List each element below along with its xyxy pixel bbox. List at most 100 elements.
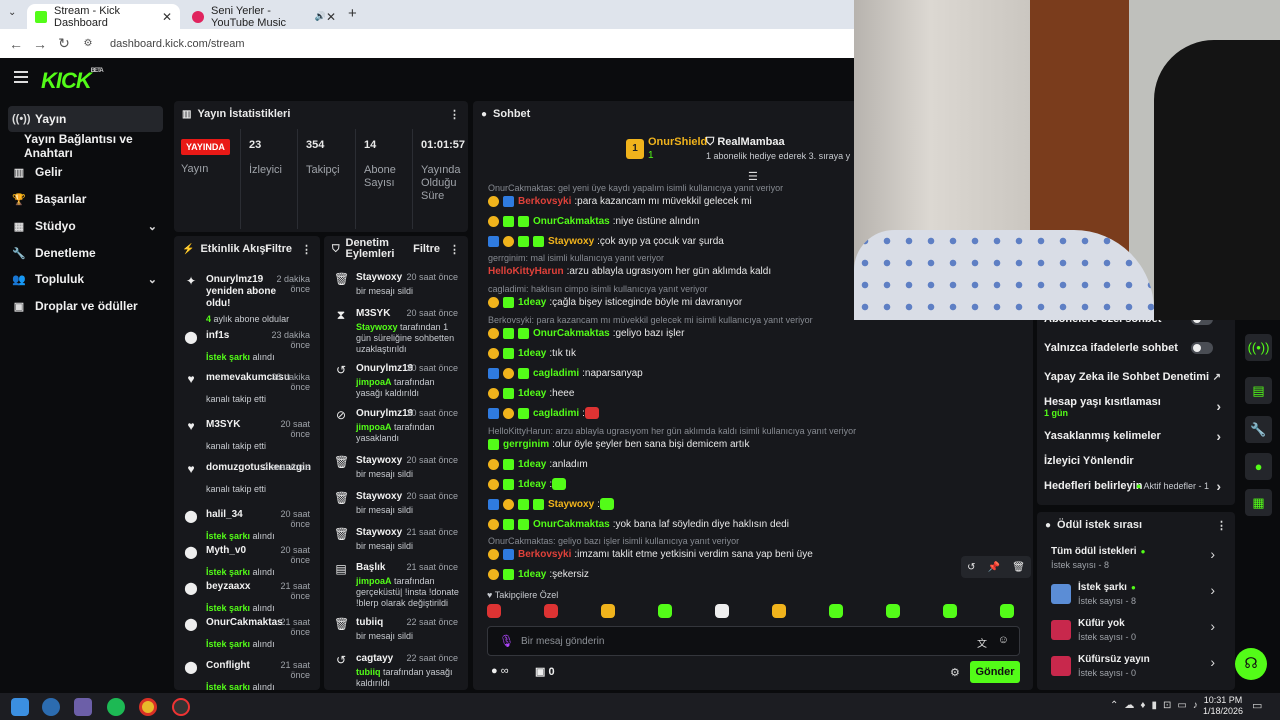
tab-list-chevron-icon[interactable]: ⌄: [8, 7, 16, 18]
chat-message[interactable]: Berkovsyki: imzamı taklit etme yetkisini…: [488, 547, 1025, 561]
emote-icon[interactable]: [601, 604, 615, 618]
emote-icon[interactable]: [658, 604, 672, 618]
emote-icon[interactable]: [1000, 604, 1014, 618]
emote-icon[interactable]: [943, 604, 957, 618]
app-icon[interactable]: [74, 698, 92, 716]
chat-message[interactable]: OnurCakmaktas: yok bana laf söyledin diy…: [488, 517, 1025, 531]
sidebar-item-denetleme[interactable]: 🔧 Denetleme: [8, 240, 163, 266]
reward-item[interactable]: Küfür yok İstek sayısı - 0 ›: [1051, 618, 1219, 650]
chat-username[interactable]: 1deay: [518, 348, 546, 359]
chat-username[interactable]: HelloKittyHarun: [488, 266, 564, 277]
kebab-menu-icon[interactable]: ⋮: [449, 108, 460, 121]
chat-message[interactable]: 1deay: şekersiz: [488, 567, 1025, 581]
chat-username[interactable]: OnurCakmaktas: [533, 216, 610, 227]
chat-username[interactable]: 1deay: [518, 479, 546, 490]
chat-settings-icon[interactable]: ⚙: [950, 666, 960, 679]
chat-username[interactable]: OnurCakmaktas: [533, 519, 610, 530]
emote-icon[interactable]: [487, 604, 501, 618]
system-tray-icons[interactable]: ⌃☁♦▮⊡▭♪: [1110, 700, 1204, 711]
emote-icon[interactable]: [886, 604, 900, 618]
points-tool-icon[interactable]: ●: [1245, 453, 1272, 480]
toggle[interactable]: [1191, 342, 1213, 354]
wrench-tool-icon[interactable]: 🔧: [1245, 416, 1272, 443]
tab-youtube-music[interactable]: Seni Yerler - YouTube Music 🔊 ✕: [184, 4, 344, 29]
kebab-menu-icon[interactable]: ⋮: [449, 243, 460, 256]
chat-username[interactable]: 1deay: [518, 297, 546, 308]
emote-icon[interactable]: [544, 604, 558, 618]
app-icon[interactable]: [172, 698, 190, 716]
chat-username[interactable]: gerrginim: [503, 439, 549, 450]
spotify-icon[interactable]: [107, 698, 125, 716]
send-button[interactable]: Gönder: [970, 661, 1020, 683]
back-icon[interactable]: ←: [4, 36, 28, 52]
chat-message[interactable]: 1deay:: [488, 477, 1025, 491]
chat-message[interactable]: gerrginim: olur öyle şeyler ben sana biş…: [488, 437, 1025, 451]
raid-setting[interactable]: İzleyici Yönlendir: [1044, 455, 1225, 467]
chat-username[interactable]: 1deay: [518, 459, 546, 470]
gift-counter[interactable]: ▣ 0: [535, 665, 555, 678]
reply-icon[interactable]: ↺: [967, 562, 975, 573]
reload-icon[interactable]: ↻: [52, 35, 76, 52]
chat-username[interactable]: Staywoxy: [548, 499, 594, 510]
menu-icon[interactable]: [14, 71, 28, 83]
reward-item[interactable]: Küfürsüz yayın İstek sayısı - 0 ›: [1051, 654, 1219, 686]
translate-icon[interactable]: 文: [977, 635, 987, 650]
mic-icon[interactable]: 🎙: [499, 634, 514, 648]
tab-kick-dashboard[interactable]: Stream - Kick Dashboard ✕: [27, 4, 180, 29]
chat-message[interactable]: Staywoxy:: [488, 497, 1025, 511]
forward-icon[interactable]: →: [28, 36, 52, 52]
emote-icon[interactable]: [772, 604, 786, 618]
emote-only-setting[interactable]: Yalnızca ifadelerle sohbet: [1044, 342, 1225, 354]
sidebar-item-droplar[interactable]: ▣ Droplar ve ödüller: [8, 293, 163, 319]
goals-setting[interactable]: Hedefleri belirleyin ● Aktif hedefler - 1…: [1044, 478, 1225, 494]
chat-message[interactable]: 1deay: anladım: [488, 457, 1025, 471]
emote-icon[interactable]: [829, 604, 843, 618]
emoji-icon[interactable]: ☺: [998, 634, 1009, 646]
chat-username[interactable]: Berkovsyki: [518, 196, 571, 207]
layout-tool-icon[interactable]: ▤: [1245, 377, 1272, 404]
sidebar-item-yayin[interactable]: ((•)) Yayın: [8, 106, 163, 132]
reward-item[interactable]: İstek şarkı ● İstek sayısı - 8 ›: [1051, 582, 1219, 614]
channel-points[interactable]: ● ∞: [491, 665, 509, 677]
notification-icon[interactable]: ▭: [1252, 699, 1262, 712]
site-info-icon[interactable]: ⚙: [76, 38, 100, 49]
chat-username[interactable]: 1deay: [518, 569, 546, 580]
filter-button[interactable]: Filtre: [265, 243, 292, 255]
app-icon[interactable]: [42, 698, 60, 716]
chat-username[interactable]: 1deay: [518, 388, 546, 399]
chat-input[interactable]: 🎙 Bir mesaj gönderin 文 ☺: [487, 626, 1020, 656]
chat-message[interactable]: OnurCakmaktas: geliyo bazı işler: [488, 326, 1025, 340]
pin-icon[interactable]: 📌: [988, 562, 1000, 573]
chat-username[interactable]: cagladimi: [533, 408, 579, 419]
chat-message[interactable]: cagladimi:: [488, 406, 1025, 420]
address-field[interactable]: dashboard.kick.com/stream: [110, 38, 245, 50]
close-tab-icon[interactable]: ✕: [162, 10, 172, 24]
sidebar-item-stream-key[interactable]: Yayın Bağlantısı ve Anahtarı: [20, 132, 180, 160]
new-tab-button[interactable]: +: [348, 5, 357, 22]
chat-message[interactable]: cagladimi: naparsanyap: [488, 366, 1025, 380]
chrome-icon[interactable]: [139, 698, 157, 716]
chat-message[interactable]: 1deay: tık tık: [488, 346, 1025, 360]
chat-username[interactable]: OnurCakmaktas: [533, 328, 610, 339]
banned-words-setting[interactable]: Yasaklanmış kelimeler ›: [1044, 428, 1225, 444]
close-tab-icon[interactable]: ✕: [326, 10, 336, 24]
ai-moderation-setting[interactable]: Yapay Zeka ile Sohbet Denetimi ↗: [1044, 371, 1225, 383]
sidebar-item-topluluk[interactable]: 👥 Topluluk ⌄: [8, 266, 163, 292]
support-button[interactable]: ☊: [1235, 648, 1267, 680]
emote-icon[interactable]: [715, 604, 729, 618]
clock[interactable]: 10:31 PM 1/18/2026: [1203, 695, 1243, 717]
clapper-tool-icon[interactable]: ▦: [1245, 489, 1272, 516]
chat-username[interactable]: Staywoxy: [548, 236, 594, 247]
windows-start-icon[interactable]: [11, 698, 29, 716]
sidebar-item-studyo[interactable]: ▦ Stüdyo ⌄: [8, 213, 163, 239]
kebab-menu-icon[interactable]: ⋮: [301, 243, 312, 256]
filter-button[interactable]: Filtre: [413, 243, 440, 255]
account-age-setting[interactable]: Hesap yaşı kısıtlaması 1 gün ›: [1044, 396, 1225, 418]
chat-username[interactable]: Berkovsyki: [518, 549, 571, 560]
broadcast-tool-icon[interactable]: ((•)): [1245, 334, 1272, 361]
reward-item[interactable]: Tüm ödül istekleri ● İstek sayısı - 8 ›: [1051, 546, 1219, 578]
chat-message[interactable]: 1deay: heee: [488, 386, 1025, 400]
delete-icon[interactable]: 🗑: [1012, 562, 1025, 573]
chat-username[interactable]: cagladimi: [533, 368, 579, 379]
sidebar-item-basarilar[interactable]: 🏆 Başarılar: [8, 186, 163, 212]
